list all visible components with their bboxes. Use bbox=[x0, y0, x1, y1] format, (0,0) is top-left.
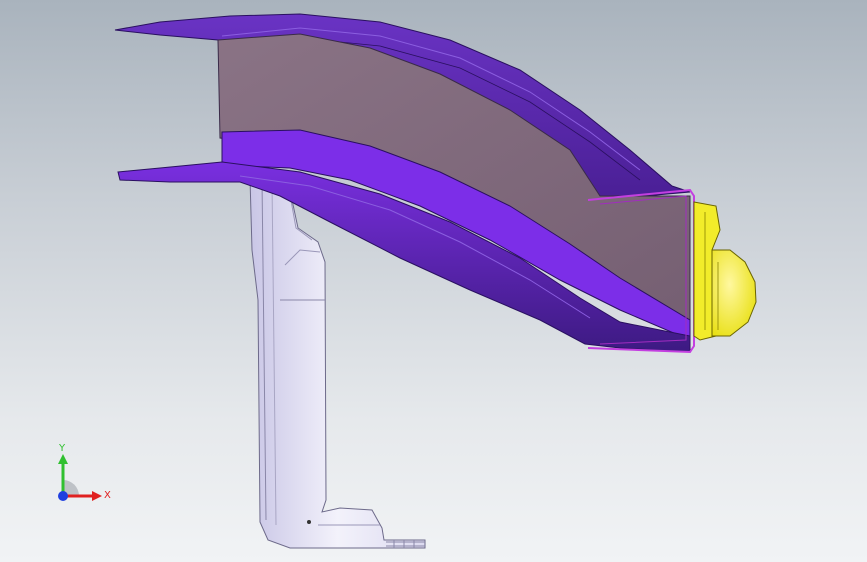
cad-model[interactable] bbox=[0, 0, 867, 562]
cad-viewport[interactable]: Y X bbox=[0, 0, 867, 562]
y-axis-head bbox=[58, 454, 68, 464]
end-cap-part[interactable] bbox=[693, 201, 757, 341]
x-axis-head bbox=[92, 491, 102, 501]
z-axis-dot bbox=[58, 491, 68, 501]
y-axis-label: Y bbox=[59, 443, 66, 454]
x-axis-label: X bbox=[104, 490, 111, 501]
axis-triad: Y X bbox=[48, 440, 118, 510]
